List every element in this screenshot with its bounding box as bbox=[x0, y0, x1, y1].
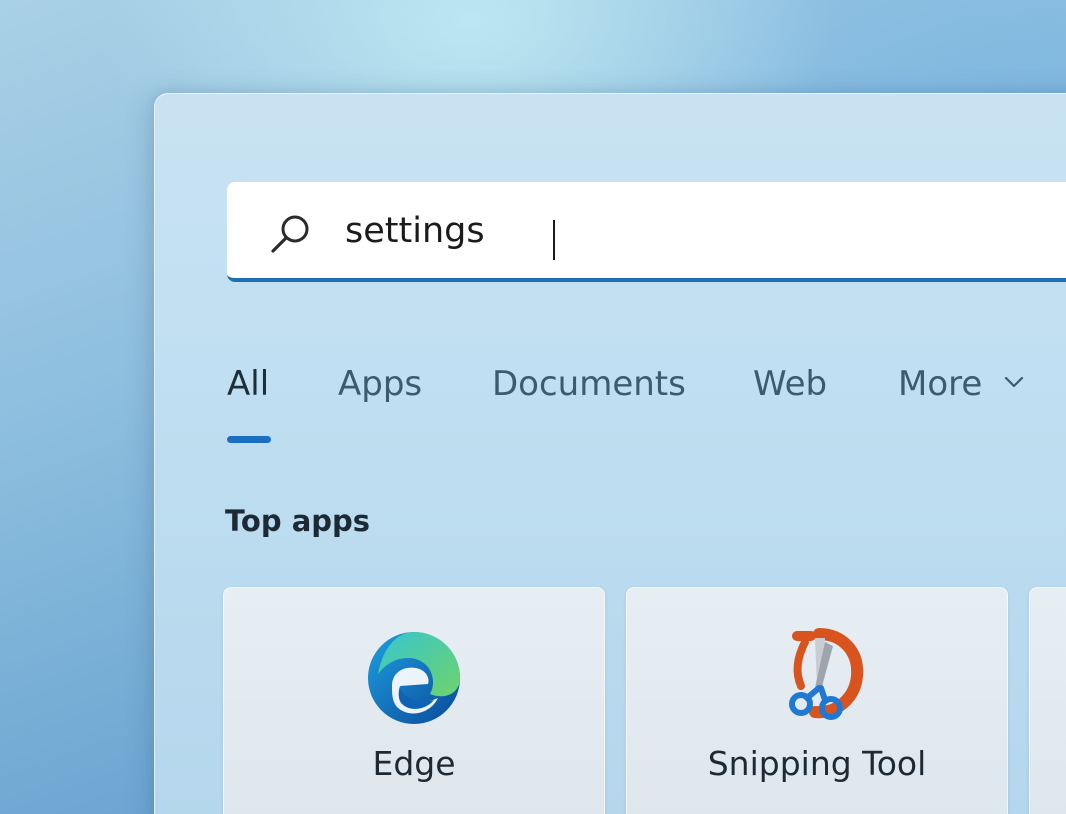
search-box[interactable] bbox=[227, 182, 1066, 282]
desktop-background: All Apps Documents Web More Top apps bbox=[0, 0, 1066, 814]
tab-web-label: Web bbox=[753, 364, 828, 404]
tab-documents[interactable]: Documents bbox=[492, 364, 686, 404]
search-input[interactable] bbox=[345, 204, 945, 258]
tab-apps-label: Apps bbox=[338, 364, 423, 404]
tab-more-label: More bbox=[898, 364, 983, 404]
edge-icon bbox=[368, 632, 460, 724]
top-apps-heading: Top apps bbox=[225, 504, 371, 538]
tab-documents-label: Documents bbox=[492, 364, 686, 404]
tab-all[interactable]: All bbox=[227, 364, 271, 443]
search-panel: All Apps Documents Web More Top apps bbox=[154, 93, 1066, 814]
app-card-snipping-tool[interactable]: Snipping Tool bbox=[626, 587, 1008, 814]
tab-apps[interactable]: Apps bbox=[338, 364, 422, 404]
chevron-down-icon bbox=[1005, 376, 1024, 387]
app-label-edge: Edge bbox=[372, 744, 456, 783]
tab-web[interactable]: Web bbox=[753, 364, 827, 404]
tab-more[interactable]: More bbox=[898, 364, 1025, 404]
tab-active-indicator bbox=[227, 436, 271, 443]
tab-all-label: All bbox=[227, 364, 270, 404]
filter-tabs: All Apps Documents Web More bbox=[227, 364, 1066, 444]
app-label-snipping-tool: Snipping Tool bbox=[707, 744, 927, 783]
app-card-edge[interactable]: Edge bbox=[223, 587, 605, 814]
snipping-tool-icon bbox=[789, 628, 864, 720]
search-icon bbox=[271, 215, 309, 253]
text-cursor bbox=[553, 220, 555, 260]
app-card-partial[interactable] bbox=[1029, 587, 1066, 814]
